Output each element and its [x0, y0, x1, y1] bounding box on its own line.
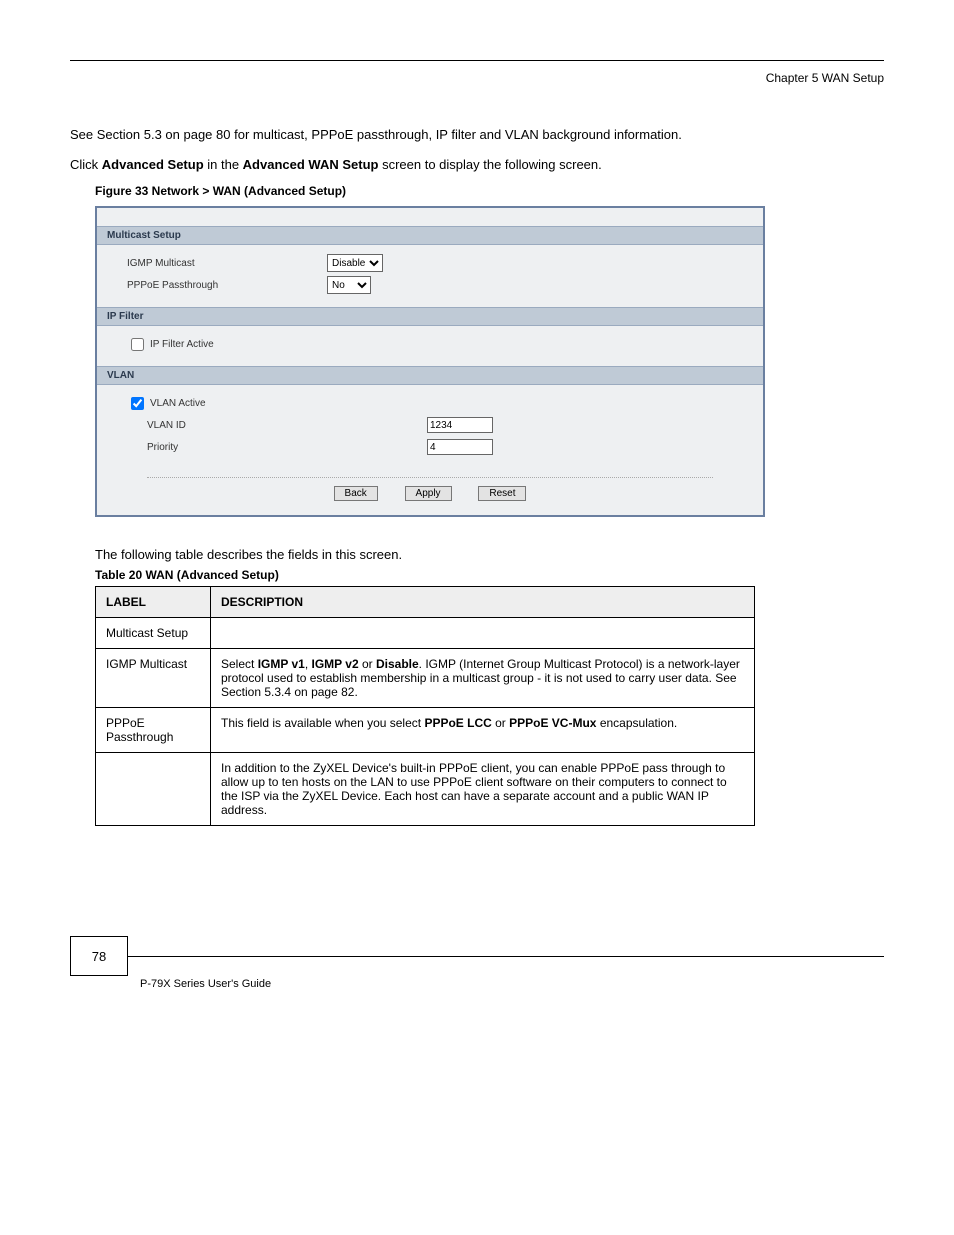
footer: 78 P-79X Series User's Guide: [70, 936, 884, 990]
page-number-box: 78: [70, 936, 128, 976]
cell-desc: Select IGMP v1, IGMP v2 or Disable. IGMP…: [211, 649, 755, 708]
table-row: Multicast Setup: [96, 618, 755, 649]
igmp-label: IGMP Multicast: [127, 258, 327, 269]
table-header-label: LABEL: [96, 587, 211, 618]
text-bold: PPPoE LCC: [424, 716, 491, 730]
text: or: [359, 657, 376, 671]
footer-text: P-79X Series User's Guide: [140, 978, 884, 990]
priority-label: Priority: [127, 442, 427, 453]
link-text: Section 5.3 on page 80: [97, 127, 231, 142]
apply-button[interactable]: Apply: [405, 486, 452, 501]
text: encapsulation.: [596, 716, 677, 730]
text-bold: IGMP v2: [312, 657, 359, 671]
table-intro-text: The following table describes the fields…: [95, 547, 884, 562]
vlan-id-label: VLAN ID: [127, 420, 427, 431]
table-header-description: DESCRIPTION: [211, 587, 755, 618]
table-row: IGMP Multicast Select IGMP v1, IGMP v2 o…: [96, 649, 755, 708]
vlan-active-label: VLAN Active: [150, 398, 206, 409]
table-row: PPPoE Passthrough This field is availabl…: [96, 708, 755, 753]
cell-label: PPPoE Passthrough: [96, 708, 211, 753]
cell-label: [96, 753, 211, 826]
text: See: [70, 127, 97, 142]
pppoe-passthrough-label: PPPoE Passthrough: [127, 280, 327, 291]
text: in the: [204, 157, 243, 172]
pppoe-passthrough-select[interactable]: No: [327, 276, 371, 294]
section-header-vlan: VLAN: [97, 366, 763, 385]
vlan-active-checkbox[interactable]: [131, 397, 144, 410]
description-table: LABEL DESCRIPTION Multicast Setup IGMP M…: [95, 586, 755, 826]
cell-desc: [211, 618, 755, 649]
section-header-multicast: Multicast Setup: [97, 226, 763, 245]
cell-desc: In addition to the ZyXEL Device's built-…: [211, 753, 755, 826]
screenshot-panel: Multicast Setup IGMP Multicast Disable P…: [95, 206, 765, 517]
chapter-label: Chapter 5 WAN Setup: [70, 71, 884, 85]
figure-caption: Figure 33 Network > WAN (Advanced Setup): [95, 184, 884, 198]
text: screen to display the following screen.: [378, 157, 601, 172]
text: Click: [70, 157, 102, 172]
priority-input[interactable]: [427, 439, 493, 455]
igmp-select[interactable]: Disable: [327, 254, 383, 272]
vlan-id-input[interactable]: [427, 417, 493, 433]
text: ,: [305, 657, 312, 671]
intro-paragraph-1: See Section 5.3 on page 80 for multicast…: [70, 125, 884, 145]
link-text: Section 5.3.4 on page 82: [221, 685, 354, 699]
text-bold: IGMP v1: [258, 657, 305, 671]
text: This field is available when you select: [221, 716, 424, 730]
text-bold: PPPoE VC-Mux: [509, 716, 596, 730]
section-header-ipfilter: IP Filter: [97, 307, 763, 326]
text-bold: Advanced Setup: [102, 157, 204, 172]
text-bold: Disable: [376, 657, 419, 671]
table-row: In addition to the ZyXEL Device's built-…: [96, 753, 755, 826]
cell-desc: This field is available when you select …: [211, 708, 755, 753]
text: or: [492, 716, 509, 730]
ip-filter-active-checkbox[interactable]: [131, 338, 144, 351]
text: .: [354, 685, 357, 699]
header-rule: [70, 60, 884, 61]
table-caption: Table 20 WAN (Advanced Setup): [95, 568, 884, 582]
intro-paragraph-2: Click Advanced Setup in the Advanced WAN…: [70, 155, 884, 175]
text: for multicast, PPPoE passthrough, IP fil…: [230, 127, 681, 142]
reset-button[interactable]: Reset: [478, 486, 526, 501]
back-button[interactable]: Back: [334, 486, 378, 501]
text-bold: Advanced WAN Setup: [243, 157, 379, 172]
text: Select: [221, 657, 258, 671]
cell-label: Multicast Setup: [96, 618, 211, 649]
ip-filter-active-label: IP Filter Active: [150, 339, 214, 350]
cell-label: IGMP Multicast: [96, 649, 211, 708]
footer-rule: [128, 956, 884, 957]
